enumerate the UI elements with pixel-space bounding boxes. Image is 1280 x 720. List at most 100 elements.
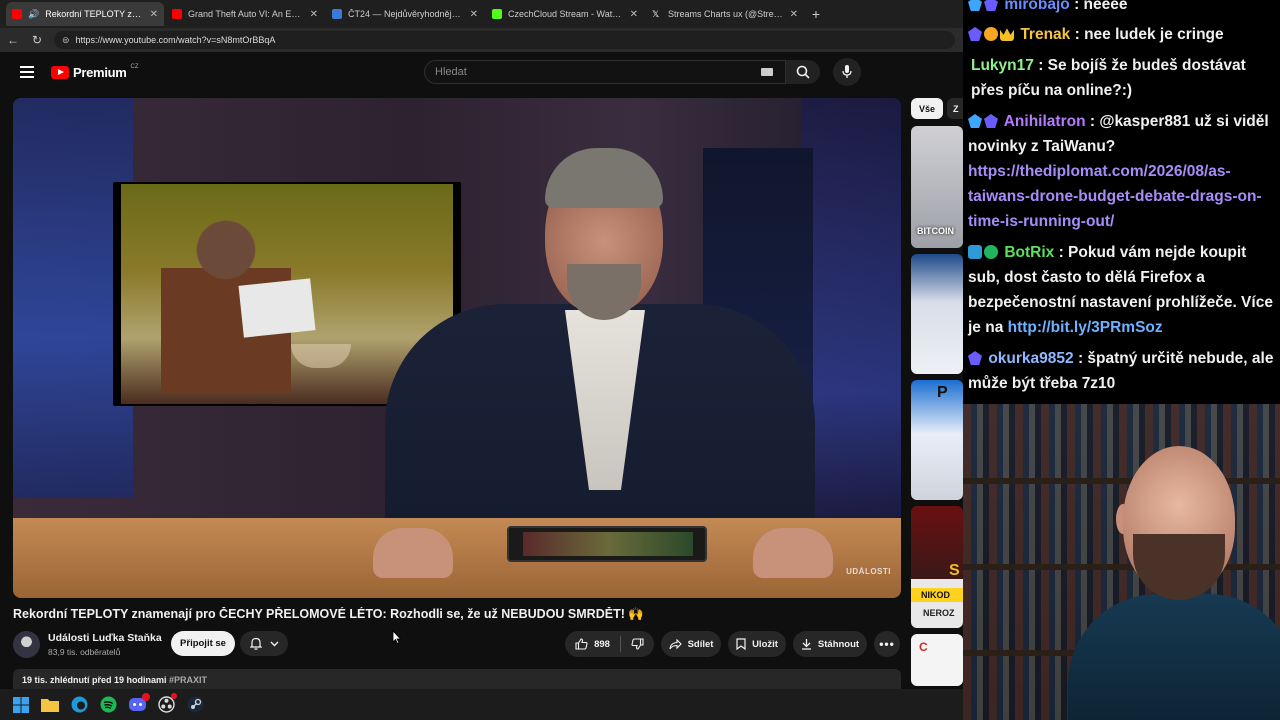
thumbnail-label: P	[937, 384, 948, 401]
browser-tab-strip: 🔊 Rekordní TEPLOTY znamenají ✕ Grand The…	[0, 0, 963, 28]
subscriber-badge-icon	[984, 0, 998, 11]
screen: 🔊 Rekordní TEPLOTY znamenají ✕ Grand The…	[0, 0, 1280, 720]
close-tab-icon[interactable]: ✕	[150, 9, 158, 20]
youtube-favicon-icon	[12, 9, 22, 19]
chat-message: Trenak : nee ludek je cringe	[968, 22, 1278, 47]
browser-tab-4[interactable]: CzechCloud Stream - Watch Live o ✕	[486, 2, 644, 26]
discord-icon[interactable]	[128, 692, 150, 714]
channel-subscribers: 83,9 tis. odběratelů	[48, 647, 121, 657]
chat-text: : nee ludek je cringe	[1074, 26, 1224, 43]
youtube-header: Premium CZ Hledat	[0, 52, 963, 94]
chat-link[interactable]: http://bit.ly/3PRmSoz	[1008, 319, 1163, 336]
download-button[interactable]: Stáhnout	[793, 631, 867, 657]
chat-username: okurka9852	[988, 350, 1074, 367]
save-button[interactable]: Uložit	[728, 631, 786, 657]
microphone-icon	[842, 65, 852, 78]
back-arrow-icon[interactable]: ←	[6, 33, 20, 47]
voice-search-button[interactable]	[833, 58, 861, 86]
ct-logo-icon: C	[919, 640, 928, 654]
video-frame-backdrop	[801, 98, 901, 518]
keyboard-icon[interactable]	[761, 68, 773, 76]
chip-all[interactable]: Vše	[911, 98, 943, 119]
close-tab-icon[interactable]: ✕	[630, 9, 638, 20]
youtube-favicon-icon	[172, 9, 182, 19]
chat-message: Lukyn17 : Se bojíš že budeš dostávat pře…	[968, 53, 1278, 103]
more-actions-button[interactable]: •••	[874, 631, 900, 657]
bot-badge-icon	[968, 245, 982, 259]
url-field[interactable]: ⊜ https://www.youtube.com/watch?v=sN8mtO…	[54, 31, 955, 49]
edge-browser-icon[interactable]	[70, 696, 88, 714]
chat-link[interactable]: https://thediplomat.com/2026/08/as-taiwa…	[968, 163, 1262, 230]
more-horizontal-icon: •••	[879, 637, 895, 651]
share-button[interactable]: Sdílet	[661, 631, 721, 657]
share-icon	[669, 638, 682, 649]
windows-start-icon[interactable]	[12, 696, 30, 714]
browser-tab-3[interactable]: ČT24 — Nejdůvěryhodnější zpravo ✕	[326, 2, 484, 26]
description-box[interactable]: 19 tis. zhlédnutí před 19 hodinami #PRAX…	[13, 669, 901, 689]
channel-name[interactable]: Události Luďka Staňka	[48, 632, 162, 644]
obs-studio-icon[interactable]	[157, 692, 177, 714]
mouse-cursor-icon	[392, 630, 401, 644]
suggested-video-thumbnail[interactable]	[911, 254, 963, 374]
browser-tab-5[interactable]: 𝕏 Streams Charts ux (@StreamsChar ✕	[646, 2, 804, 26]
reload-icon[interactable]: ↻	[30, 33, 44, 47]
search-placeholder: Hledat	[435, 66, 467, 78]
logo-text: Premium	[73, 65, 127, 80]
notifications-button[interactable]	[240, 631, 288, 656]
suggested-video-thumbnail[interactable]: S NIKOD NEROZ	[911, 506, 963, 628]
chat-username: Anihilatron	[1003, 113, 1086, 130]
notification-badge	[142, 692, 150, 701]
suggested-video-thumbnail[interactable]: P	[911, 380, 963, 500]
video-player[interactable]: UDÁLOSTI	[13, 98, 901, 598]
suggested-video-thumbnail[interactable]: C	[911, 634, 963, 686]
close-tab-icon[interactable]: ✕	[310, 9, 318, 20]
description-hashtag[interactable]: #PRAXIT	[169, 675, 207, 685]
youtube-play-logo-icon	[51, 66, 69, 79]
like-button[interactable]: 898	[575, 638, 610, 650]
file-explorer-icon[interactable]	[41, 696, 59, 714]
subscriber-badge-icon	[968, 27, 982, 41]
chat-username: Lukyn17	[971, 57, 1034, 74]
speaker-icon[interactable]: 🔊	[28, 9, 39, 20]
join-button[interactable]: Připojit se	[171, 631, 235, 656]
thumbs-down-icon[interactable]	[631, 638, 644, 650]
rank-badge-icon	[984, 27, 998, 41]
bookmark-icon	[736, 638, 746, 650]
browser-tab-title: CzechCloud Stream - Watch Live o	[508, 9, 624, 19]
video-frame-hand	[753, 528, 833, 578]
channel-avatar[interactable]	[13, 631, 40, 658]
chat-message: Anihilatron : @kasper881 už si viděl nov…	[968, 109, 1278, 234]
chat-text: : neeee	[1074, 0, 1128, 13]
url-text: https://www.youtube.com/watch?v=sN8mtOrB…	[75, 35, 276, 45]
stream-chat-overlay: mirobajo : neeee Trenak : nee ludek je c…	[963, 0, 1280, 404]
browser-tab-1[interactable]: 🔊 Rekordní TEPLOTY znamenají ✕	[6, 2, 164, 26]
search-icon	[796, 65, 810, 79]
spotify-icon[interactable]	[99, 696, 117, 714]
crown-badge-icon	[1000, 28, 1014, 41]
webcam-shelf-line	[963, 478, 1280, 484]
search-button[interactable]	[786, 60, 820, 84]
chevron-down-icon	[270, 641, 278, 646]
browser-tab-2[interactable]: Grand Theft Auto VI: An Extended ✕	[166, 2, 324, 26]
channel-watermark: UDÁLOSTI	[846, 567, 891, 576]
suggested-video-thumbnail[interactable]: BITCOIN	[911, 126, 963, 248]
new-tab-button[interactable]: +	[806, 6, 826, 22]
site-info-icon[interactable]: ⊜	[62, 35, 70, 46]
video-frame-tablet	[507, 526, 707, 562]
like-dislike-group: 898	[565, 631, 654, 657]
steam-icon[interactable]	[186, 696, 204, 714]
menu-icon[interactable]	[20, 66, 34, 78]
close-tab-icon[interactable]: ✕	[470, 9, 478, 20]
subscriber-badge-icon	[984, 114, 998, 128]
youtube-logo[interactable]: Premium CZ	[51, 64, 139, 80]
webcam-shelf-line	[963, 564, 1280, 570]
ct24-favicon-icon	[332, 9, 342, 19]
chat-username: BotRix	[1004, 244, 1055, 261]
search-input[interactable]: Hledat	[424, 60, 786, 84]
close-tab-icon[interactable]: ✕	[790, 9, 798, 20]
kick-favicon-icon	[492, 9, 502, 19]
browser-tab-title: Streams Charts ux (@StreamsChar	[668, 9, 784, 19]
thumbnail-label: S	[949, 562, 960, 579]
x-favicon-icon: 𝕏	[652, 9, 660, 19]
download-icon	[801, 639, 811, 650]
